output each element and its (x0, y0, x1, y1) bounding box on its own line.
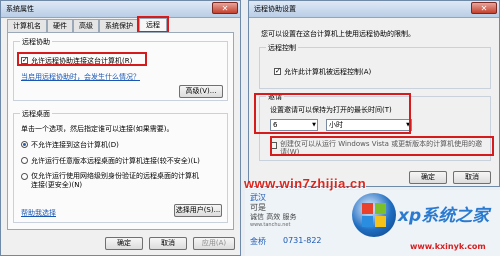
ad-small-url: www.tanchu.net (250, 222, 291, 228)
cancel-button[interactable]: 取消 (149, 237, 187, 250)
remote-desktop-instruction: 单击一个选项，然后指定谁可以连接(如果需要)。 (21, 125, 174, 133)
remote-desktop-group: 远程桌面 单击一个选项，然后指定谁可以连接(如果需要)。 不允许连接到这台计算机… (13, 109, 228, 223)
logo: xp系统之家 www.kxinyk.com (300, 193, 500, 256)
radio-nla-only[interactable] (21, 173, 28, 180)
radio-allow-any-version[interactable] (21, 157, 28, 164)
select-users-button[interactable]: 选择用户(S)... (174, 204, 222, 217)
close-button[interactable]: ✕ (471, 2, 497, 14)
logo-text: xp系统之家 (398, 206, 490, 226)
ok-button[interactable]: 确定 (409, 171, 447, 184)
settings-description: 您可以设置在这台计算机上使用远程协助的限制。 (261, 30, 415, 38)
tab-advanced[interactable]: 高级 (73, 19, 99, 32)
remote-assistance-help-link[interactable]: 当启用远程协助时，会发生什么情况？ (21, 72, 140, 82)
check-icon: ✓ (275, 67, 281, 75)
radio-no-connections-label: 不允许连接到这台计算机(D) (31, 141, 119, 149)
highlight-allow-assistance (17, 52, 147, 66)
system-properties-window: 系统属性 ✕ 计算机名 硬件 高级 系统保护 远程 远程协助 ✓ 允许远程协助连… (0, 0, 241, 256)
remote-assistance-heading: 远程协助 (20, 37, 52, 47)
radio-allow-any-version-label: 允许运行任意版本远程桌面的计算机连接(较不安全)(L) (31, 157, 200, 165)
close-icon: ✕ (480, 4, 488, 13)
window-title: 远程协助设置 (254, 5, 296, 13)
remote-desktop-heading: 远程桌面 (20, 109, 52, 119)
highlight-invitations (254, 93, 411, 134)
windows-logo-icon (352, 193, 396, 237)
logo-url: www.kxinyk.com (410, 242, 486, 251)
close-button[interactable]: ✕ (212, 2, 238, 14)
close-icon: ✕ (221, 4, 229, 13)
window-title: 系统属性 (6, 5, 34, 13)
tab-hardware[interactable]: 硬件 (47, 19, 73, 32)
ok-button[interactable]: 确定 (105, 237, 143, 250)
allow-remote-control-checkbox[interactable]: ✓ (274, 68, 281, 75)
cancel-button[interactable]: 取消 (453, 171, 491, 184)
highlight-remote-tab (137, 16, 169, 33)
allow-remote-control-label: 允许此计算机被远程控制(A) (284, 68, 372, 76)
radio-no-connections[interactable] (21, 141, 28, 148)
site-watermark: www.win7zhijia.cn (244, 176, 367, 191)
apply-button[interactable]: 应用(A) (193, 237, 235, 250)
remote-assistance-settings-window: 远程协助设置 ✕ 您可以设置在这台计算机上使用远程协助的限制。 远程控制 ✓ 允… (248, 0, 500, 187)
remote-control-heading: 远程控制 (266, 43, 298, 53)
help-me-choose-link[interactable]: 帮助我选择 (21, 208, 56, 218)
remote-assistance-group: 远程协助 ✓ 允许远程协助连接这台计算机(R) 当启用远程协助时，会发生什么情况… (13, 37, 228, 101)
highlight-vista-option (270, 136, 494, 156)
tab-system-protection[interactable]: 系统保护 (99, 19, 139, 32)
remote-control-group: 远程控制 ✓ 允许此计算机被远程控制(A) (259, 43, 491, 89)
radio-nla-only-label: 仅允许运行使用网络级别身份验证的远程桌面的计算机连接(更安全)(N) (31, 172, 199, 189)
title-bar[interactable]: 远程协助设置 ✕ (249, 1, 499, 18)
advanced-button[interactable]: 高级(V)... (179, 85, 223, 98)
tab-computer-name[interactable]: 计算机名 (7, 19, 47, 32)
ad-line-3: 诚信 高效 服务 (250, 213, 297, 221)
phone-prefix: 金桥 (250, 237, 266, 246)
tab-panel: 远程协助 ✓ 允许远程协助连接这台计算机(R) 当启用远程协助时，会发生什么情况… (7, 32, 234, 230)
title-bar[interactable]: 系统属性 ✕ (1, 1, 240, 18)
